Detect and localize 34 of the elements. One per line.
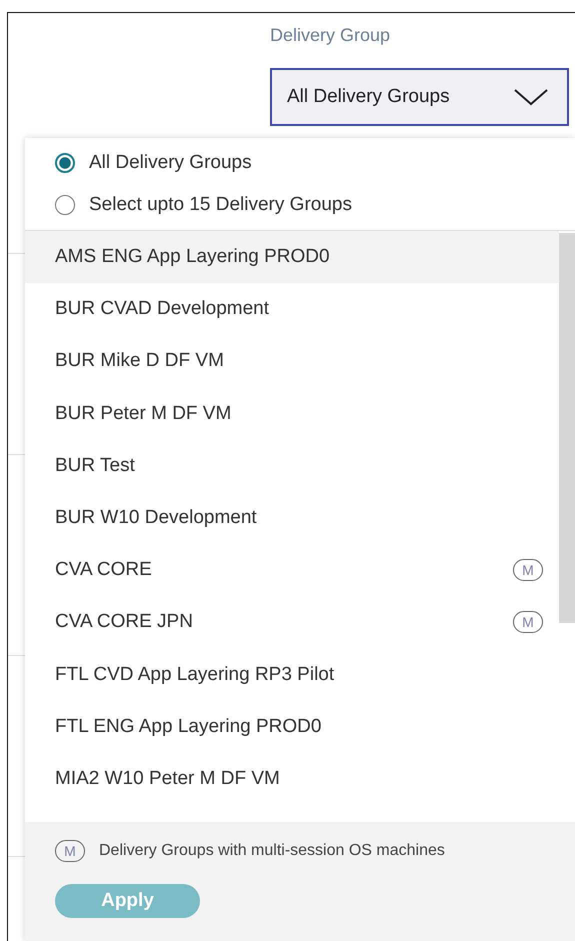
group-item[interactable]: BUR CVAD Development [25,283,559,336]
chevron-icon [513,87,549,107]
group-item[interactable]: CVA CORE M [25,544,559,596]
dropdown-select[interactable]: All Delivery Groups [270,68,569,126]
radio-option[interactable]: Select upto 15 Delivery Groups [55,194,575,216]
group-name: CVA CORE [55,559,152,582]
group-item[interactable]: CVA CORE JPN M [25,596,559,648]
group-name: BUR Mike D DF VM [55,350,224,372]
group-item[interactable]: MIA2 W10 Peter M DF VM [25,752,559,806]
group-item[interactable]: FTL ENG App Layering PROD0 [25,700,559,753]
multi-session-badge: M [55,840,85,862]
group-name: BUR Test [55,454,135,477]
scrollbar-thumb[interactable] [559,233,575,623]
group-item[interactable]: BUR Test [25,440,559,492]
group-name: BUR W10 Development [55,507,257,530]
group-name: BUR Peter M DF VM [55,402,232,425]
group-item[interactable]: AMS ENG App Layering PROD0 [25,231,559,284]
group-name: CVA CORE JPN [55,611,193,634]
group-item[interactable]: FTL CVD App Layering RP3 Pilot [25,648,559,701]
legend-text: Delivery Groups with multi-session OS machines [99,842,445,860]
group-item[interactable]: BUR Peter M DF VM [25,388,559,440]
group-item[interactable]: BUR Mike D DF VM [25,335,559,388]
group-name: FTL ENG App Layering PROD0 [55,716,322,738]
multi-session-badge: M [513,559,543,582]
multi-session-badge: M [513,611,543,634]
group-name: FTL CVD App Layering RP3 Pilot [55,664,334,686]
radio-button[interactable] [55,195,75,215]
filter-label: Delivery Group [270,25,390,46]
group-name: MIA2 W10 Peter M DF VM [55,768,280,790]
radio-option[interactable]: All Delivery Groups [55,152,575,174]
group-name: AMS ENG App Layering PROD0 [55,246,330,268]
group-item[interactable]: BUR W10 Development [25,492,559,544]
group-name: BUR CVAD Development [55,298,270,320]
radio-button[interactable] [55,153,75,173]
